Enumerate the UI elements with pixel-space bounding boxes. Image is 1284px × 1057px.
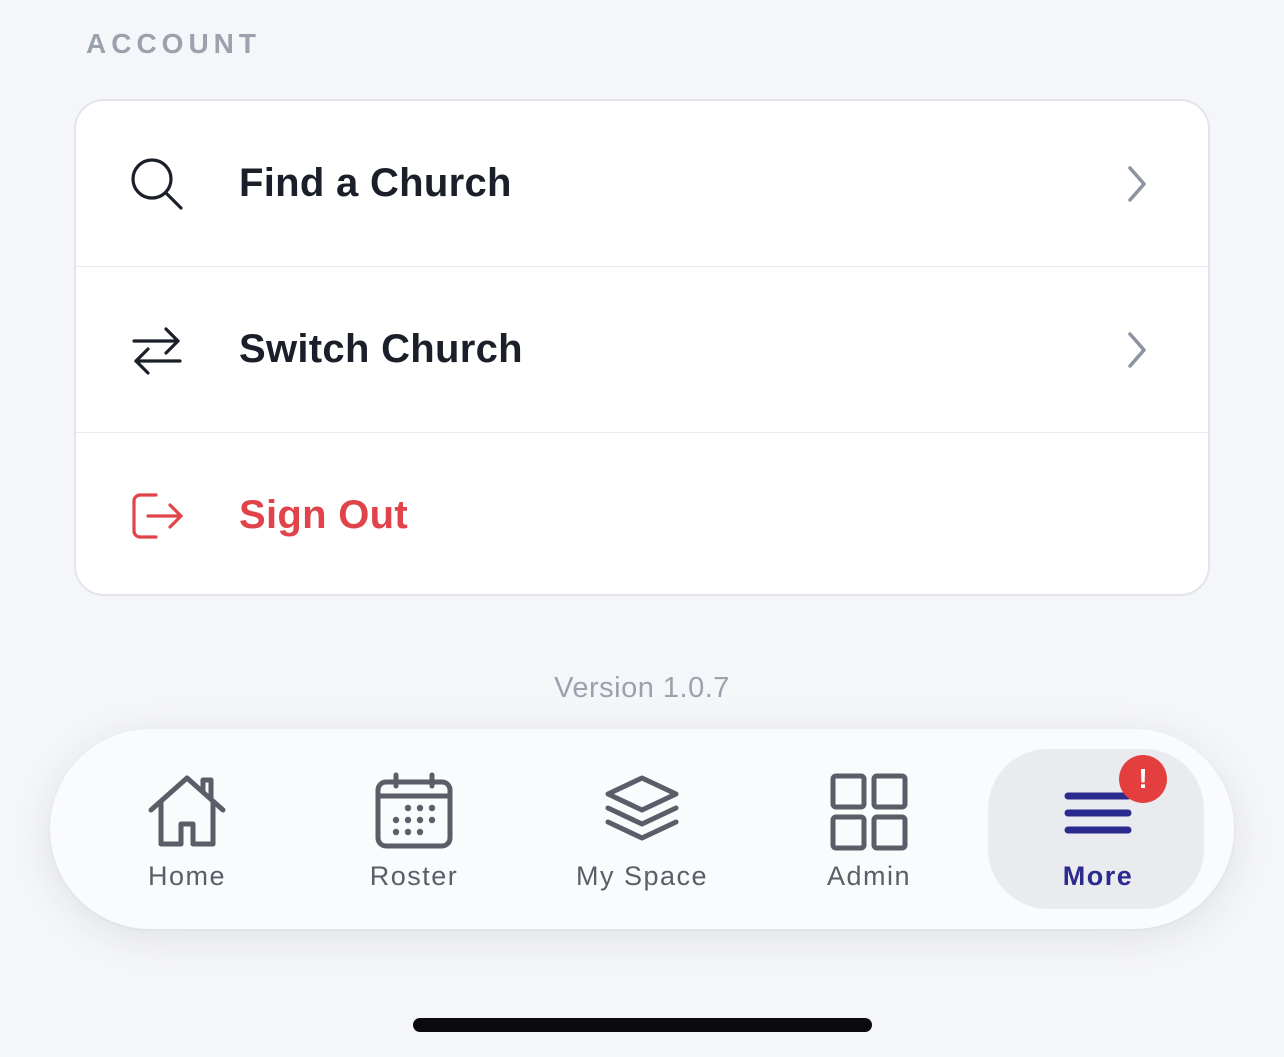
find-church-label: Find a Church [239, 161, 512, 205]
switch-church-label: Switch Church [239, 327, 523, 371]
grid-icon [827, 772, 911, 852]
switch-arrows-icon [128, 321, 186, 379]
tab-home-label: Home [147, 861, 227, 891]
tab-more[interactable]: ! More [988, 729, 1208, 929]
section-title: ACCOUNT [86, 28, 261, 59]
switch-church-row[interactable]: Switch Church [76, 266, 1208, 432]
account-card: Find a Church Switch Church Sign Out [74, 99, 1210, 596]
home-icon [145, 772, 229, 852]
tab-my-space-label: My Space [575, 861, 709, 891]
tab-roster[interactable]: Roster [304, 729, 524, 929]
tab-my-space[interactable]: My Space [532, 729, 752, 929]
sign-out-icon [128, 487, 186, 545]
chevron-right-icon [1122, 164, 1150, 204]
tab-roster-label: Roster [369, 861, 459, 891]
sign-out-row[interactable]: Sign Out [76, 432, 1208, 594]
bottom-tab-bar: Home Roster My Space Admin ! More [50, 729, 1234, 929]
home-indicator [413, 1018, 872, 1032]
chevron-right-icon [1122, 330, 1150, 370]
layers-icon [600, 772, 684, 852]
more-screen: ACCOUNT Find a Church Switch Church Sign… [0, 0, 1284, 1057]
tab-admin-label: Admin [826, 861, 912, 891]
search-icon [128, 155, 186, 213]
version-text: Version 1.0.7 [554, 672, 730, 704]
sign-out-label: Sign Out [239, 493, 409, 537]
tab-home[interactable]: Home [77, 729, 297, 929]
tab-more-label: More [1062, 861, 1134, 891]
tab-admin[interactable]: Admin [759, 729, 979, 929]
find-church-row[interactable]: Find a Church [76, 101, 1208, 266]
notification-badge: ! [1119, 755, 1167, 803]
calendar-icon [372, 772, 456, 852]
